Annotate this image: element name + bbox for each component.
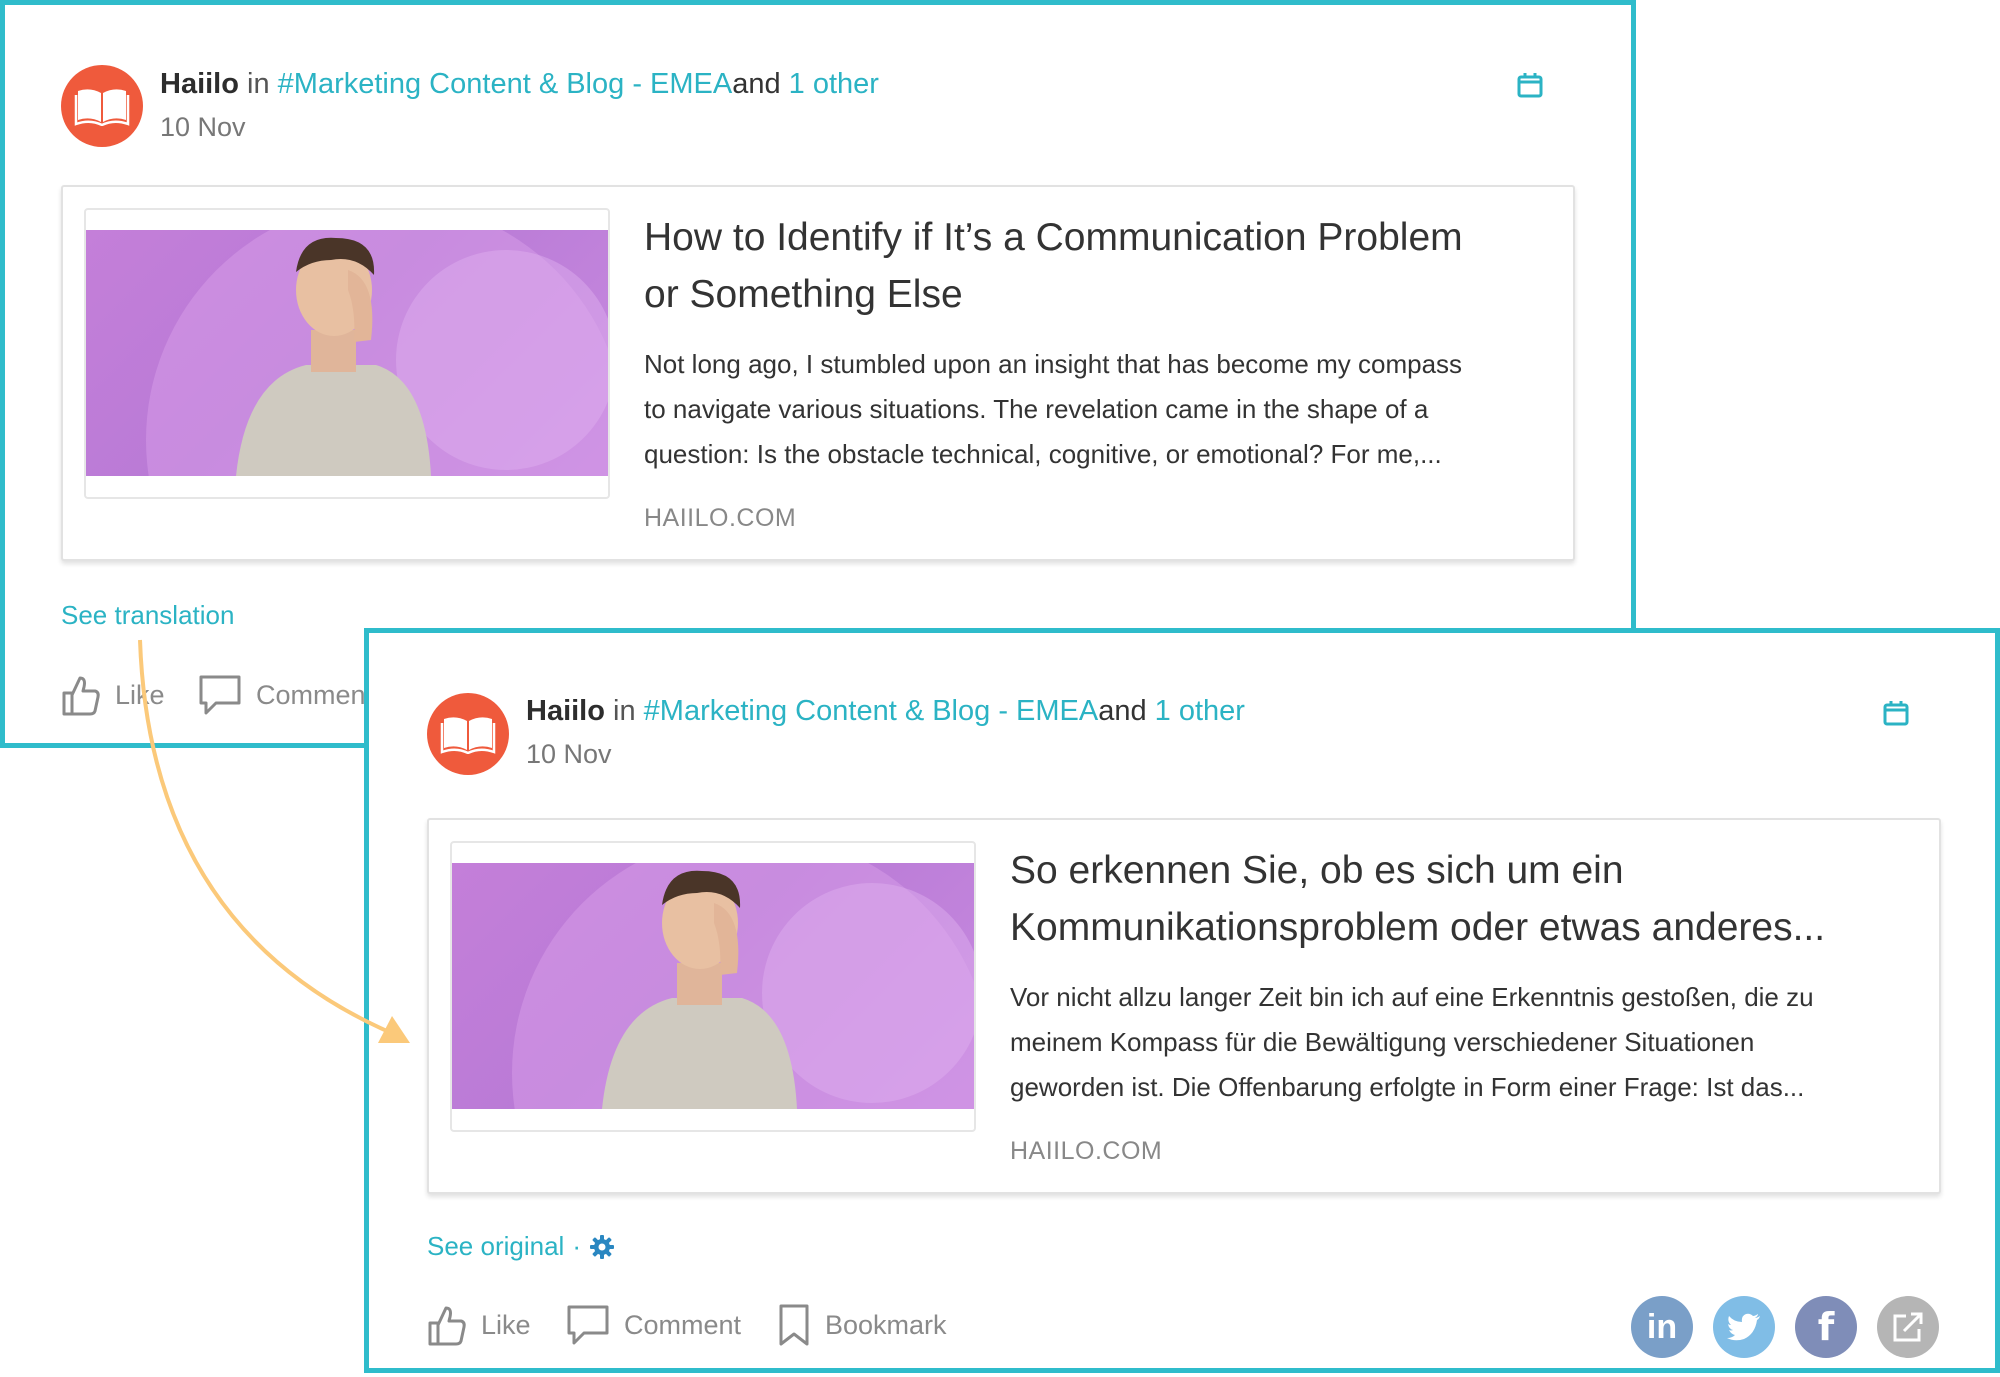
link-preview[interactable]: How to Identify if It’s a Communication … — [61, 185, 1575, 561]
article-excerpt-line-3: question: Is the obstacle technical, cog… — [644, 439, 1442, 469]
comment-icon — [199, 675, 241, 715]
thumbnail-person-image — [512, 863, 974, 1109]
open-book-icon — [440, 717, 496, 754]
article-title-line-1: So erkennen Sie, ob es sich um ein — [1010, 849, 1624, 892]
like-label: Like — [115, 679, 165, 710]
comment-button[interactable]: Comment — [198, 673, 373, 717]
article-thumbnail — [452, 863, 974, 1109]
see-original-link[interactable]: See original — [427, 1231, 564, 1262]
and-word: and — [732, 68, 781, 100]
haiilo-avatar[interactable] — [427, 693, 509, 775]
separator-dot: · — [572, 1231, 581, 1261]
thumbs-up-icon — [428, 1306, 466, 1346]
post-date: 10 Nov — [526, 739, 612, 769]
bookmark-button[interactable]: Bookmark — [777, 1303, 947, 1347]
thumbs-up-icon — [62, 676, 100, 716]
article-title-line-2: Kommunikationsproblem oder etwas anderes… — [1010, 906, 1826, 949]
post-header: Haiilo in #Marketing Content & Blog - EM… — [160, 68, 879, 101]
article-title[interactable]: How to Identify if It’s a Communication … — [644, 209, 1544, 323]
article-excerpt-line-3: geworden ist. Die Offenbarung erfolgte i… — [1010, 1072, 1805, 1102]
translated-post-card: Haiilo in #Marketing Content & Blog - EM… — [364, 628, 2000, 1373]
article-excerpt-line-2: to navigate various situations. The reve… — [644, 394, 1429, 424]
article-excerpt: Not long ago, I stumbled upon an insight… — [644, 342, 1564, 477]
see-translation-link[interactable]: See translation — [61, 600, 234, 631]
article-excerpt-line-1: Not long ago, I stumbled upon an insight… — [644, 349, 1463, 379]
comment-button[interactable]: Comment — [566, 1303, 741, 1347]
thumbnail-person-image — [146, 230, 608, 476]
facebook-share-button[interactable]: f — [1795, 1296, 1857, 1358]
external-share-icon — [1893, 1312, 1923, 1342]
bookmark-label: Bookmark — [825, 1309, 947, 1340]
article-title-line-2: or Something Else — [644, 273, 963, 316]
linkedin-share-button[interactable]: in — [1631, 1296, 1693, 1358]
haiilo-avatar[interactable] — [61, 65, 143, 147]
thumbnail-frame — [450, 841, 976, 1132]
article-excerpt-line-2: meinem Kompass für die Bewältigung versc… — [1010, 1027, 1755, 1057]
comment-icon — [567, 1305, 609, 1345]
external-share-button[interactable] — [1877, 1296, 1939, 1358]
article-thumbnail — [86, 230, 608, 476]
article-source: HAIILO.COM — [1010, 1137, 1163, 1165]
author-name[interactable]: Haiilo — [526, 695, 605, 727]
facebook-icon: f — [1817, 1305, 1835, 1349]
comment-label: Comment — [256, 679, 374, 710]
others-link[interactable]: 1 other — [789, 68, 879, 100]
and-word: and — [1098, 695, 1147, 727]
article-title[interactable]: So erkennen Sie, ob es sich um ein Kommu… — [1010, 842, 1915, 956]
channel-link[interactable]: #Marketing Content & Blog - EMEA — [278, 68, 733, 100]
article-excerpt-line-1: Vor nicht allzu langer Zeit bin ich auf … — [1010, 982, 1814, 1012]
gear-icon[interactable] — [589, 1234, 615, 1260]
like-button[interactable]: Like — [427, 1303, 531, 1347]
article-title-line-1: How to Identify if It’s a Communication … — [644, 216, 1463, 259]
linkedin-icon: in — [1646, 1307, 1678, 1346]
thumbnail-frame — [84, 208, 610, 499]
open-book-icon — [74, 89, 130, 126]
comment-label: Comment — [624, 1309, 742, 1340]
bookmark-icon — [779, 1304, 809, 1346]
channel-link[interactable]: #Marketing Content & Blog - EMEA — [644, 695, 1099, 727]
article-excerpt: Vor nicht allzu langer Zeit bin ich auf … — [1010, 975, 1920, 1110]
see-original-row: See original · — [427, 1231, 615, 1262]
calendar-icon[interactable] — [1517, 72, 1543, 98]
post-header: Haiilo in #Marketing Content & Blog - EM… — [526, 695, 1245, 728]
like-button[interactable]: Like — [61, 673, 165, 717]
article-source: HAIILO.COM — [644, 504, 797, 532]
like-label: Like — [481, 1309, 531, 1340]
in-word: in — [247, 68, 270, 100]
in-word: in — [613, 695, 636, 727]
twitter-share-button[interactable] — [1713, 1296, 1775, 1358]
post-date: 10 Nov — [160, 112, 246, 142]
others-link[interactable]: 1 other — [1155, 695, 1245, 727]
author-name[interactable]: Haiilo — [160, 68, 239, 100]
link-preview[interactable]: So erkennen Sie, ob es sich um ein Kommu… — [427, 818, 1941, 1194]
calendar-icon[interactable] — [1883, 700, 1909, 726]
twitter-icon — [1727, 1313, 1760, 1341]
